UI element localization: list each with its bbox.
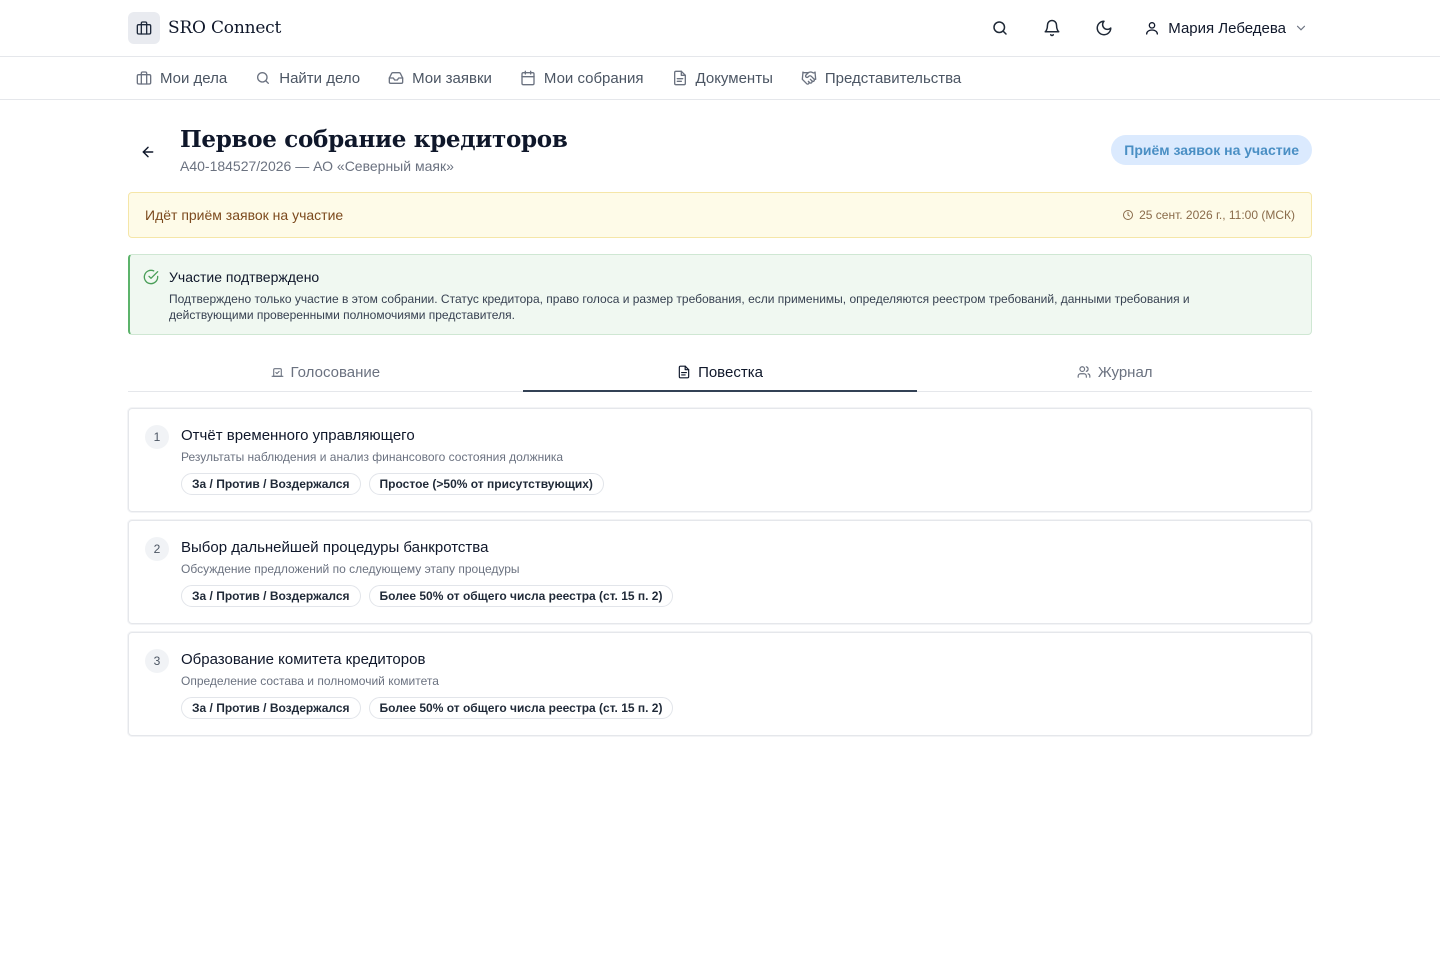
search-icon: [257, 72, 270, 84]
handshake-icon: [801, 71, 817, 85]
arrow-left-icon: [142, 146, 154, 158]
briefcase-logo-icon: [128, 12, 160, 44]
tab-label: Журнал: [1097, 363, 1153, 381]
agenda-title: Образование комитета кредиторов: [181, 651, 426, 668]
voting-options-chip: За / Против / Воздержался: [181, 697, 361, 719]
tab-agenda[interactable]: Повестка: [522, 353, 918, 392]
agenda-item: 3 Образование комитета кредиторов Опреде…: [128, 632, 1312, 736]
confirm-text: Подтверждено только участие в этом собра…: [169, 292, 1190, 322]
nav-documents[interactable]: Документы: [664, 57, 781, 99]
theme-toggle-button[interactable]: [1088, 12, 1120, 44]
nav-representations[interactable]: Представительства: [793, 57, 969, 99]
majority-rule-chip: Более 50% от общего числа реестра (ст. 1…: [368, 585, 674, 607]
nav-label: Документы: [695, 69, 773, 87]
meeting-tabs: Голосование Повестка Журнал: [128, 353, 1312, 392]
user-name: Мария Лебедева: [1168, 19, 1286, 37]
search-button[interactable]: [984, 12, 1016, 44]
tab-label: Повестка: [698, 363, 763, 381]
agenda-number: 2: [145, 537, 169, 561]
majority-rule-chip: Простое (>50% от присутствующих): [368, 473, 604, 495]
agenda-title: Отчёт временного управляющего: [181, 427, 415, 444]
nav-my-meetings[interactable]: Мои собрания: [512, 57, 652, 99]
application-notice: Идёт приём заявок на участие 25 сент. 20…: [128, 192, 1312, 238]
nav-label: Мои заявки: [412, 69, 492, 87]
notifications-button[interactable]: [1036, 12, 1068, 44]
nav-my-applications[interactable]: Мои заявки: [380, 57, 500, 99]
main-content: Первое собрание кредиторов А40-184527/20…: [128, 100, 1312, 744]
nav-my-cases[interactable]: Мои дела: [128, 57, 235, 99]
nav-label: Найти дело: [279, 69, 361, 87]
agenda-list: 1 Отчёт временного управляющего Результа…: [128, 408, 1312, 736]
back-button[interactable]: [136, 140, 160, 164]
voting-options-chip: За / Против / Воздержался: [181, 585, 361, 607]
agenda-item: 1 Отчёт временного управляющего Результа…: [128, 408, 1312, 512]
moon-icon: [1096, 20, 1112, 36]
notice-text: Идёт приём заявок на участие: [145, 207, 344, 223]
agenda-description: Определение состава и полномочий комитет…: [181, 674, 439, 688]
main-nav-bar: Мои дела Найти дело Мои заявки Мои собра…: [0, 57, 1440, 100]
agenda-description: Результаты наблюдения и анализ финансово…: [181, 450, 564, 464]
nav-label: Мои собрания: [543, 69, 644, 87]
inbox-icon: [388, 72, 404, 84]
check-circle-icon: [143, 269, 159, 290]
voting-options-chip: За / Против / Воздержался: [181, 473, 361, 495]
app-name: SRO Connect: [168, 18, 282, 38]
agenda-item: 2 Выбор дальнейшей процедуры банкротства…: [128, 520, 1312, 624]
agenda-description: Обсуждение предложений по следующему эта…: [181, 562, 520, 576]
chevron-down-icon: [1296, 25, 1306, 31]
page-subtitle: А40-184527/2026 — АО «Северный маяк»: [180, 158, 454, 174]
briefcase-icon: [136, 71, 152, 85]
confirm-title: Участие подтверждено: [169, 269, 320, 285]
user-icon: [1146, 22, 1159, 35]
participation-confirmed-alert: Участие подтверждено Подтверждено только…: [128, 254, 1312, 335]
clock-icon: [1123, 210, 1134, 220]
ballot-icon: [271, 367, 284, 377]
calendar-icon: [521, 70, 535, 86]
document-icon: [678, 365, 690, 379]
status-badge: Приём заявок на участие: [1111, 135, 1312, 165]
agenda-number: 3: [145, 649, 169, 673]
page-header: Первое собрание кредиторов А40-184527/20…: [128, 100, 1312, 192]
majority-rule-chip: Более 50% от общего числа реестра (ст. 1…: [368, 697, 674, 719]
nav-label: Представительства: [824, 69, 962, 87]
agenda-number: 1: [145, 425, 169, 449]
users-icon: [1077, 366, 1091, 378]
notice-date: 25 сент. 2026 г., 11:00 (МСК): [1122, 208, 1295, 222]
notice-date-text: 25 сент. 2026 г., 11:00 (МСК): [1139, 208, 1295, 222]
tab-voting[interactable]: Голосование: [128, 353, 523, 391]
page-title: Первое собрание кредиторов: [180, 126, 568, 153]
document-icon: [673, 70, 686, 86]
nav-label: Мои дела: [160, 69, 228, 87]
agenda-title: Выбор дальнейшей процедуры банкротства: [181, 539, 489, 556]
brand[interactable]: SRO Connect: [128, 12, 281, 44]
nav-find-case[interactable]: Найти дело: [247, 57, 368, 99]
top-header: SRO Connect Мария Лебедева: [0, 0, 1440, 57]
tab-label: Голосование: [290, 363, 381, 381]
user-menu[interactable]: Мария Лебедева: [1140, 12, 1312, 44]
bell-icon: [1044, 19, 1060, 37]
search-icon: [993, 21, 1008, 35]
tab-journal[interactable]: Журнал: [917, 353, 1312, 391]
